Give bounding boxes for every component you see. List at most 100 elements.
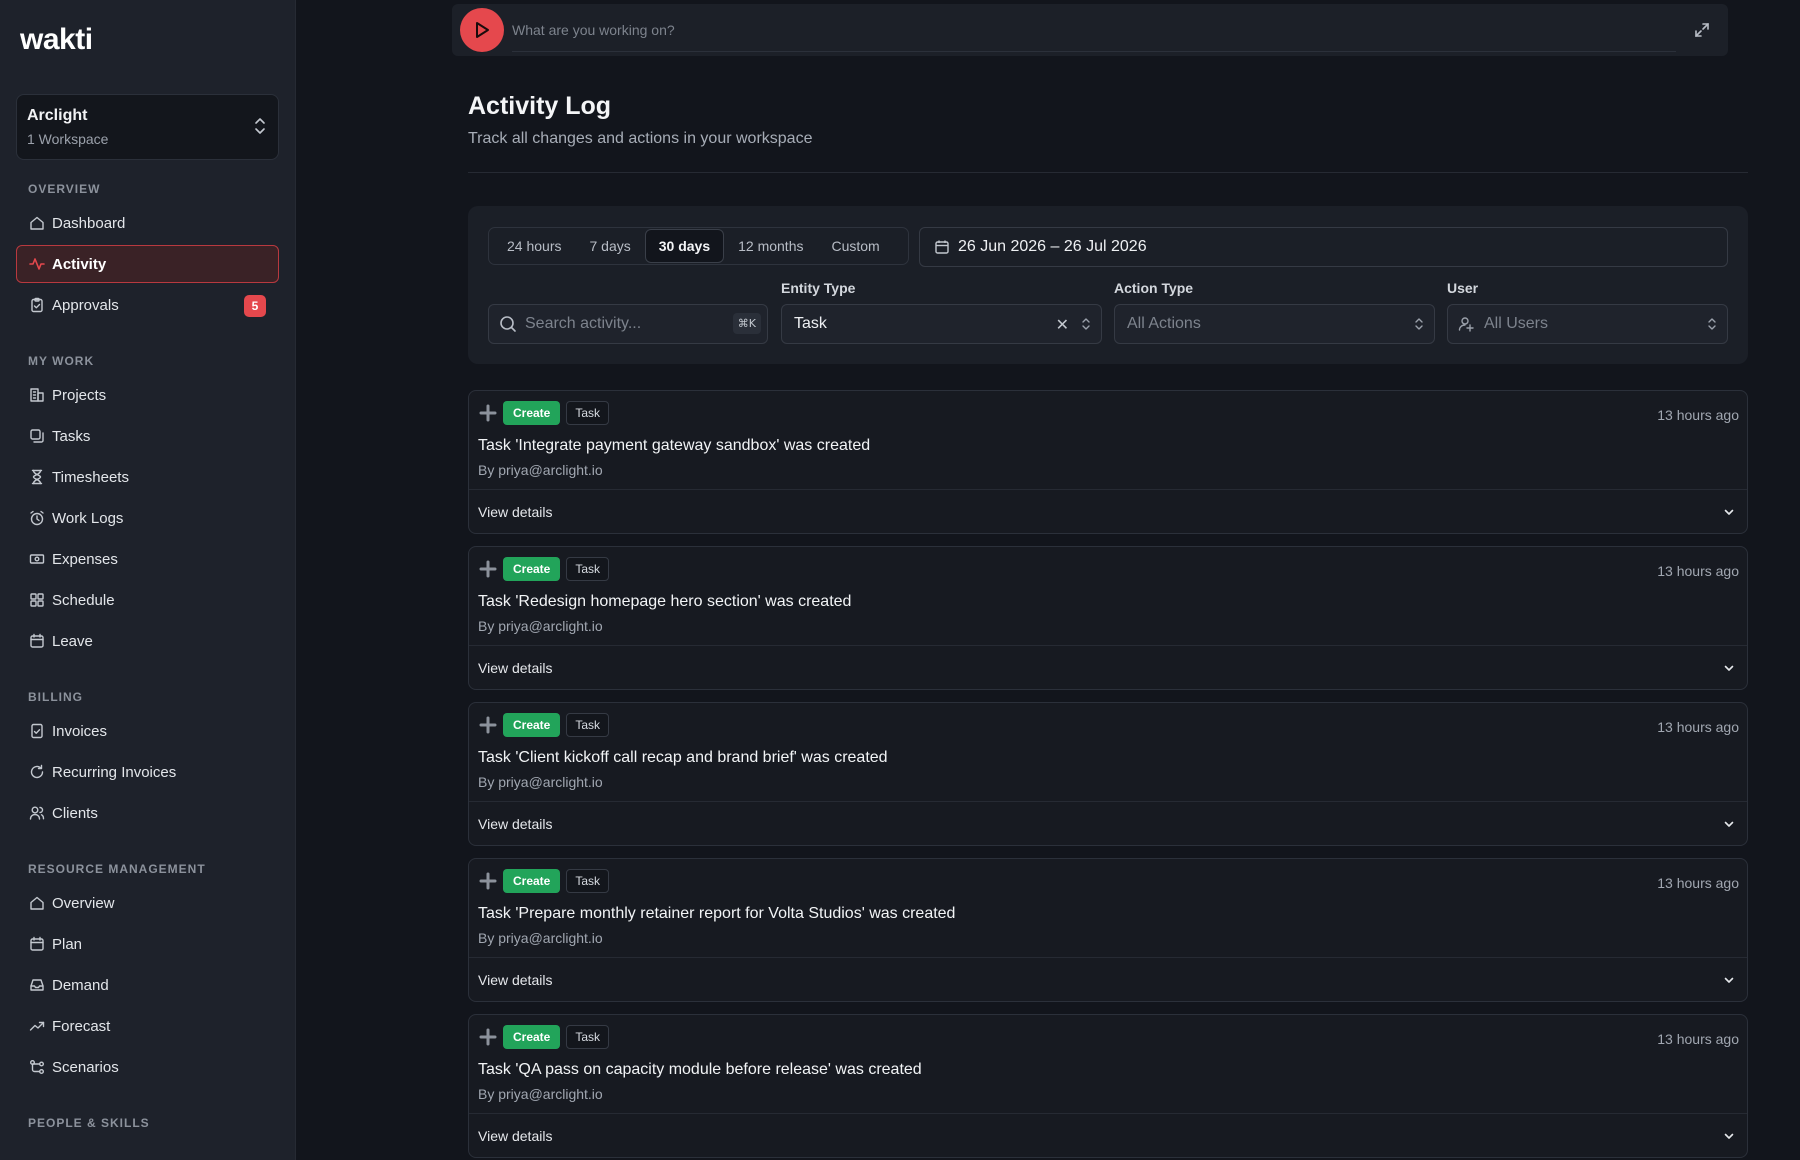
sidebar-item-label: Scenarios [52, 1058, 119, 1076]
chevrons-updown-icon [255, 118, 265, 134]
sidebar-section-label: RESOURCE MANAGEMENT [28, 862, 206, 876]
action-tag: Create [503, 401, 561, 425]
sidebar-item-forecast[interactable]: Forecast [16, 1007, 279, 1045]
activity-author: By priya@arclight.io [478, 462, 603, 478]
sidebar-item-approvals[interactable]: Approvals 5 [16, 286, 279, 324]
activity-tags: Create Task [479, 869, 610, 893]
expand-timer-button[interactable] [1684, 12, 1720, 48]
view-details-toggle[interactable]: View details [469, 1113, 1747, 1157]
activity-timestamp: 13 hours ago [1657, 407, 1739, 423]
workspace-count: 1 Workspace [27, 131, 109, 147]
activity-author: By priya@arclight.io [478, 930, 603, 946]
activity-list: Create Task 13 hours ago Task 'Integrate… [468, 390, 1748, 1160]
sidebar-item-label: Tasks [52, 427, 91, 445]
date-range-tabs: 24 hours 7 days 30 days 12 months Custom [488, 227, 909, 265]
chevron-down-icon [1724, 665, 1734, 671]
entity-tag: Task [566, 869, 610, 893]
range-tab-12-months[interactable]: 12 months [724, 229, 817, 263]
search-activity-field[interactable]: Search activity... ⌘K [488, 304, 768, 344]
app-logo[interactable]: wakt i [16, 2, 279, 78]
sidebar-item-tasks[interactable]: Tasks [16, 417, 279, 455]
action-tag: Create [503, 557, 561, 581]
chevron-down-icon [1724, 509, 1734, 515]
pending-count-badge: 5 [244, 295, 266, 317]
sidebar-item-label: Schedule [52, 591, 115, 609]
range-tab-custom[interactable]: Custom [817, 229, 893, 263]
plus-icon [479, 404, 497, 422]
refresh-icon [29, 764, 45, 780]
user-select[interactable]: All Users [1447, 304, 1728, 344]
entity-tag: Task [566, 557, 610, 581]
sidebar-item-label: Dashboard [52, 214, 126, 232]
sidebar-item-invoices[interactable]: Invoices [16, 712, 279, 750]
main-area: Activity Log Track all changes and actio… [296, 0, 1800, 1160]
activity-timestamp: 13 hours ago [1657, 1031, 1739, 1047]
activity-timestamp: 13 hours ago [1657, 563, 1739, 579]
sidebar-item-plan[interactable]: Plan [16, 925, 279, 963]
sidebar-item-label: Approvals [52, 296, 119, 314]
activity-author: By priya@arclight.io [478, 774, 603, 790]
entity-tag: Task [566, 713, 610, 737]
view-details-toggle[interactable]: View details [469, 645, 1747, 689]
sidebar-item-projects[interactable]: Projects [16, 376, 279, 414]
sidebar-item-label: Timesheets [52, 468, 129, 486]
sidebar-item-label: Demand [52, 976, 109, 994]
plus-icon [479, 716, 497, 734]
plus-icon [479, 872, 497, 890]
user-icon [1458, 317, 1474, 332]
start-timer-button[interactable] [460, 8, 504, 52]
home-icon [29, 215, 45, 231]
sidebar-item-label: Invoices [52, 722, 108, 740]
workspace-switcher[interactable]: Arclight 1 Workspace [16, 94, 279, 160]
calendar-icon [29, 633, 45, 649]
view-details-toggle[interactable]: View details [469, 489, 1747, 533]
sidebar-item-label: Activity [52, 255, 107, 273]
activity-title: Task 'QA pass on capacity module before … [478, 1061, 922, 1078]
sidebar-item-label: Overview [52, 894, 115, 912]
entity-type-select[interactable]: Task ✕ [781, 304, 1102, 344]
view-details-toggle[interactable]: View details [469, 801, 1747, 845]
sidebar-item-demand[interactable]: Demand [16, 966, 279, 1004]
sidebar-item-label: Work Logs [52, 509, 124, 527]
activity-tags: Create Task [479, 713, 610, 737]
sidebar-section-label: OVERVIEW [28, 182, 101, 196]
range-tab-30-days[interactable]: 30 days [644, 229, 725, 263]
entity-type-label: Entity Type [781, 280, 856, 296]
sidebar-item-leave[interactable]: Leave [16, 622, 279, 660]
sidebar-item-schedule[interactable]: Schedule [16, 581, 279, 619]
sidebar-item-work-logs[interactable]: Work Logs [16, 499, 279, 537]
range-tab-7-days[interactable]: 7 days [575, 229, 644, 263]
sidebar-section-label: PEOPLE & SKILLS [28, 1116, 150, 1130]
view-details-label: View details [478, 504, 553, 520]
sidebar: wakt i Arclight 1 Workspace OVERVIEW Dashb… [0, 0, 296, 1160]
clear-entity-icon[interactable]: ✕ [1056, 315, 1069, 335]
task-description-input[interactable] [512, 8, 1676, 52]
view-details-label: View details [478, 660, 553, 676]
action-tag: Create [503, 1025, 561, 1049]
sidebar-item-expenses[interactable]: Expenses [16, 540, 279, 578]
action-type-select[interactable]: All Actions [1114, 304, 1435, 344]
chevrons-updown-icon [1415, 318, 1423, 330]
sidebar-item-scenarios[interactable]: Scenarios [16, 1048, 279, 1086]
chevrons-updown-icon [1082, 318, 1090, 330]
banknote-icon [29, 551, 45, 567]
sidebar-item-label: Plan [52, 935, 83, 953]
action-tag: Create [503, 869, 561, 893]
view-details-label: View details [478, 816, 553, 832]
date-range-picker[interactable]: 26 Jun 2026 – 26 Jul 2026 [919, 227, 1728, 267]
sidebar-item-dashboard[interactable]: Dashboard [16, 204, 279, 242]
sidebar-item-clients[interactable]: Clients [16, 794, 279, 832]
plus-icon [479, 1028, 497, 1046]
sidebar-item-timesheets[interactable]: Timesheets [16, 458, 279, 496]
activity-card: Create Task 13 hours ago Task 'QA pass o… [468, 1014, 1748, 1158]
sidebar-item-activity[interactable]: Activity [16, 245, 279, 283]
sidebar-item-overview[interactable]: Overview [16, 884, 279, 922]
alarm-clock-icon [29, 510, 45, 526]
range-tab-24-hours[interactable]: 24 hours [493, 229, 575, 263]
search-icon [500, 316, 516, 332]
view-details-toggle[interactable]: View details [469, 957, 1747, 1001]
sidebar-item-label: Projects [52, 386, 107, 404]
activity-author: By priya@arclight.io [478, 1086, 603, 1102]
sidebar-item-recurring-invoices[interactable]: Recurring Invoices [16, 753, 279, 791]
action-type-label: Action Type [1114, 280, 1194, 296]
